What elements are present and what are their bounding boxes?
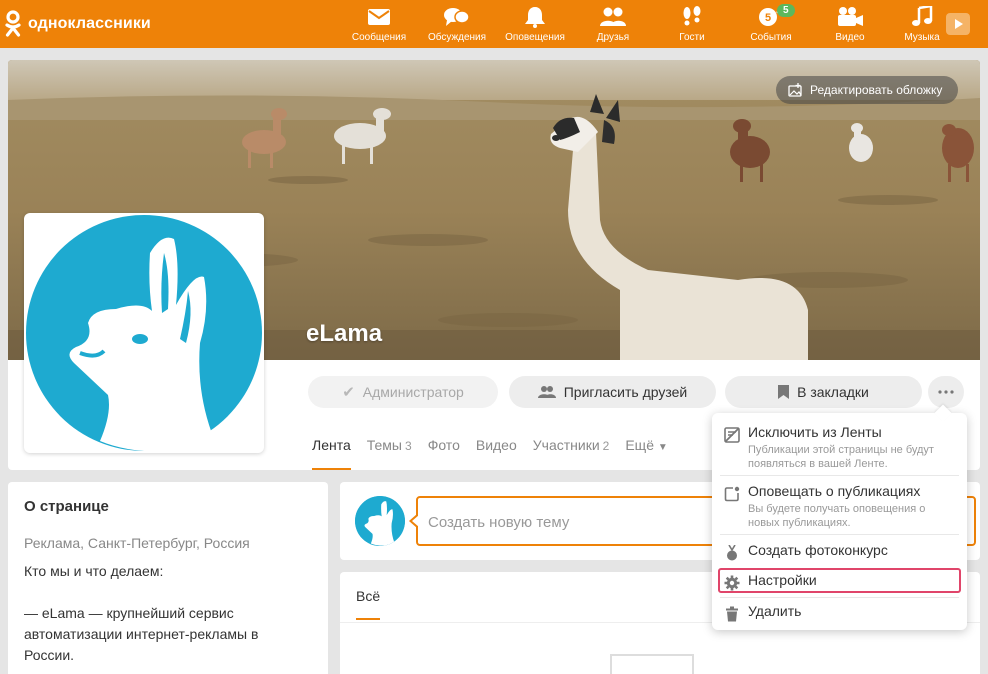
tab-members[interactable]: Участники 2: [533, 430, 610, 470]
bell-icon: [525, 7, 545, 28]
friends-icon: [600, 7, 626, 26]
trash-icon: [726, 606, 738, 622]
about-panel: О странице Реклама, Санкт-Петербург, Рос…: [8, 482, 328, 674]
menu-item-notify-publications[interactable]: Оповещать о публикациях Вы будете получа…: [712, 482, 967, 530]
group-header-card: Редактировать обложку eLama ✔ Администра…: [8, 60, 980, 470]
feed-placeholder-graphic: [610, 654, 694, 674]
edit-cover-button[interactable]: Редактировать обложку: [776, 76, 959, 104]
nav-guests[interactable]: Гости: [656, 6, 728, 43]
composer-avatar: [355, 496, 405, 546]
nav-events[interactable]: 5 5 События: [735, 4, 807, 43]
menu-divider: [720, 597, 959, 598]
administrator-button: ✔ Администратор: [308, 376, 498, 408]
menu-item-delete[interactable]: Удалить: [712, 602, 967, 622]
more-actions-menu: Исключить из Ленты Публикации этой стран…: [712, 413, 967, 630]
tab-feed[interactable]: Лента: [312, 430, 351, 470]
speech-bubbles-icon: [444, 8, 470, 26]
medal-icon: [727, 545, 737, 561]
video-camera-icon: [838, 7, 863, 26]
about-title: О странице: [24, 498, 109, 515]
menu-divider: [720, 475, 959, 476]
feed-tab-all[interactable]: Всё: [356, 572, 381, 620]
nav-friends[interactable]: Друзья: [577, 6, 649, 43]
tab-topics[interactable]: Темы 3: [367, 430, 412, 470]
about-description: Кто мы и что делаем: — eLama — крупнейши…: [24, 563, 259, 663]
elama-llama-logo: [355, 496, 405, 546]
envelope-icon: [368, 9, 390, 25]
site-name: одноклассники: [28, 15, 151, 32]
tab-photos[interactable]: Фото: [428, 430, 460, 470]
menu-item-exclude-from-feed[interactable]: Исключить из Ленты Публикации этой стран…: [712, 423, 967, 471]
menu-divider: [720, 534, 959, 535]
bookmark-icon: [778, 385, 790, 399]
ok-logo-icon: [5, 10, 21, 37]
friends-icon: [537, 386, 556, 398]
nav-discussions[interactable]: Обсуждения: [421, 6, 493, 43]
feed-off-icon: [724, 427, 740, 443]
settings-highlight-outline: [718, 568, 961, 593]
svg-text:5: 5: [765, 12, 771, 24]
group-name: eLama: [306, 320, 383, 347]
menu-item-create-photo-contest[interactable]: Создать фотоконкурс: [712, 541, 967, 561]
elama-llama-logo: [26, 215, 262, 452]
bookmark-button[interactable]: В закладки: [725, 376, 922, 408]
image-edit-icon: [788, 83, 802, 97]
nav-messages[interactable]: Сообщения: [343, 6, 415, 43]
music-player-play-icon[interactable]: [946, 13, 970, 35]
group-tabs: Лента Темы 3 Фото Видео Участники 2 Ещё ▼: [312, 430, 668, 470]
tab-more[interactable]: Ещё ▼: [625, 430, 667, 470]
nav-video[interactable]: Видео: [814, 6, 886, 43]
top-bar: одноклассники Сообщения Обсуждения Опове…: [0, 0, 988, 48]
notify-subscribe-icon: [724, 486, 740, 502]
footprints-icon: [683, 6, 701, 26]
more-actions-button[interactable]: [928, 376, 964, 408]
music-note-icon: [912, 6, 933, 26]
tab-video[interactable]: Видео: [476, 430, 517, 470]
nav-notifications[interactable]: Оповещения: [499, 6, 571, 43]
group-avatar[interactable]: [24, 213, 264, 453]
check-icon: ✔: [342, 384, 355, 401]
events-badge: 5: [777, 4, 795, 17]
caret-down-icon: ▼: [657, 442, 668, 453]
site-logo[interactable]: одноклассники: [4, 10, 151, 38]
more-dots-icon: [938, 390, 954, 394]
about-category-location[interactable]: Реклама, Санкт-Петербург, Россия: [24, 535, 312, 551]
invite-friends-button[interactable]: Пригласить друзей: [509, 376, 716, 408]
